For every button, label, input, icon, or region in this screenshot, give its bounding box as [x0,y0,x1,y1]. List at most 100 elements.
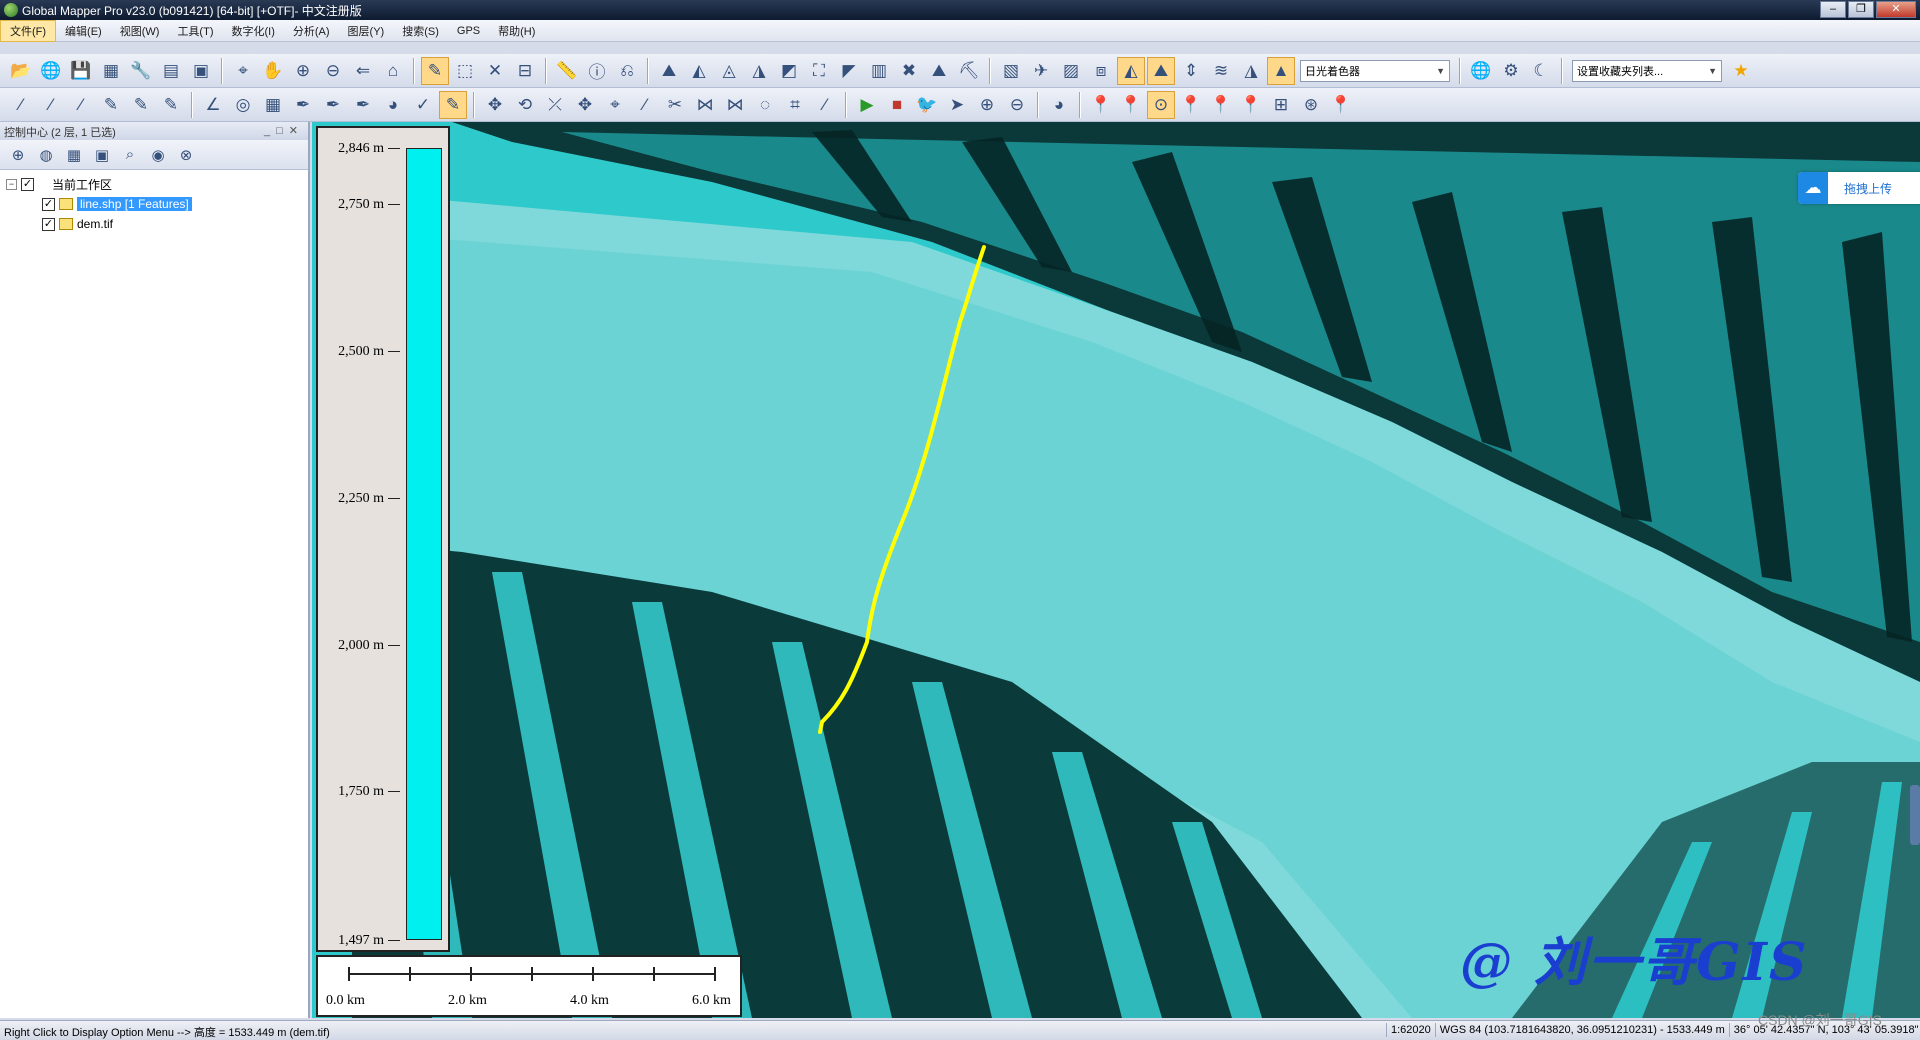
draw-polygon-icon[interactable]: ✒ [349,91,377,119]
pin-search-icon[interactable]: 📍 [1237,91,1265,119]
zoom-in-icon[interactable]: ⊕ [289,57,317,85]
pin-alt-icon[interactable]: 📍 [1117,91,1145,119]
volume-icon[interactable]: ⛏ [955,57,983,85]
draw-freehand-icon[interactable]: ✎ [157,91,185,119]
menu-analysis[interactable]: 分析(A) [284,21,339,41]
favorite-star-icon[interactable]: ★ [1727,57,1755,85]
target-icon[interactable]: ⊙ [1147,90,1175,119]
hill-shade-icon[interactable]: ◭ [1117,56,1145,85]
watershed-icon[interactable]: ◬ [715,57,743,85]
menu-layer[interactable]: 图层(Y) [339,21,394,41]
shader-options-icon[interactable]: ⛰ [1147,56,1175,85]
vertex-edit-icon[interactable]: ⤫ [541,91,569,119]
clear-selection-icon[interactable]: ⊟ [511,57,539,85]
viewshed-icon[interactable]: ◮ [745,57,773,85]
open-folder-icon[interactable]: 📂 [7,57,35,85]
zoom-to-layer-icon[interactable]: ⌕ [117,142,143,168]
zoom-out-icon[interactable]: ⊖ [319,57,347,85]
stop-icon[interactable]: ■ [883,91,911,119]
visibility-icon[interactable]: ◉ [145,142,171,168]
draw-line-icon[interactable]: ⁄ [67,91,95,119]
menu-edit[interactable]: 编辑(E) [56,21,111,41]
back-arrow-icon[interactable]: ⇐ [349,57,377,85]
overlay-control-icon[interactable]: ▤ [157,57,185,85]
workspace-node[interactable]: − ✓ 当前工作区 [6,174,302,194]
collapse-icon[interactable]: − [6,178,17,190]
shader-select[interactable]: 日光着色器 ▼ [1300,59,1450,82]
home-icon[interactable]: ⌂ [379,57,407,85]
remove-gps-icon[interactable]: ⊖ [1003,91,1031,119]
navigate-icon[interactable]: ⊞ [1267,91,1295,119]
config-wrench-icon[interactable]: 🔧 [127,57,155,85]
day-night-icon[interactable]: ☾ [1527,57,1555,85]
contour-icon[interactable]: ◭ [685,57,713,85]
workspace-checkbox[interactable]: ✓ [21,177,34,191]
layer-options-icon[interactable]: ▣ [89,142,115,168]
draw-angle-icon[interactable]: ∠ [199,91,227,119]
water-level-icon[interactable]: ≋ [1207,57,1235,85]
side-scroll-handle[interactable] [1910,785,1920,845]
delete-icon[interactable]: ✕ [481,57,509,85]
create-line-icon[interactable]: ⁄ [7,91,35,119]
menu-tools[interactable]: 工具(T) [168,21,222,41]
settings-gear-icon[interactable]: ⚙ [1497,57,1525,85]
add-gps-icon[interactable]: ⊕ [973,91,1001,119]
layer-checkbox[interactable]: ✓ [42,217,55,231]
terrain-shading-icon[interactable]: ◮ [1237,57,1265,85]
online-layer-icon[interactable]: ◍ [33,142,59,168]
menu-help[interactable]: 帮助(H) [489,21,544,41]
attribute-table-icon[interactable]: ▦ [61,142,87,168]
pin-edit-icon[interactable]: 📍 [1177,91,1205,119]
draw-stream-icon[interactable]: ✎ [97,91,125,119]
menu-view[interactable]: 视图(W) [111,21,169,41]
pan-hand-icon[interactable]: ✋ [259,57,287,85]
crop-icon[interactable]: ⌗ [781,91,809,119]
menu-digitize[interactable]: 数字化(I) [222,21,283,41]
vertical-exaggeration-icon[interactable]: ⇕ [1177,57,1205,85]
draw-grid-icon[interactable]: ▦ [259,91,287,119]
shapes-icon[interactable]: ◕ [379,91,407,119]
pin-icon[interactable]: 📍 [1087,91,1115,119]
pin-remove-icon[interactable]: 📍 [1327,91,1355,119]
cut-fill-icon[interactable]: ◩ [775,57,803,85]
color-palette-icon[interactable]: ◕ [1045,91,1073,119]
menu-search[interactable]: 搜索(S) [393,21,448,41]
layer-checkbox[interactable]: ✓ [42,197,55,211]
menu-gps[interactable]: GPS [448,23,489,39]
map-view[interactable] [312,122,1920,1018]
move-vertex-icon[interactable]: ✥ [571,91,599,119]
slope-icon[interactable]: ◤ [835,57,863,85]
layout-icon[interactable]: ▧ [997,57,1025,85]
draw-circle-icon[interactable]: ◎ [229,91,257,119]
layer-row[interactable]: ✓ line.shp [1 Features] [6,194,302,214]
create-line-alt-icon[interactable]: ⁄ [37,91,65,119]
snap-icon[interactable]: ⌖ [601,91,629,119]
split-line-icon[interactable]: ⁄ [631,91,659,119]
merge-icon[interactable]: ⋈ [721,91,749,119]
compass-icon[interactable]: ⊛ [1297,91,1325,119]
online-data-icon[interactable]: 🌐 [1467,57,1495,85]
fast-forward-icon[interactable]: ➤ [943,91,971,119]
close-button[interactable]: ✕ [1876,1,1916,18]
raster-calc-icon[interactable]: ▥ [865,57,893,85]
check-icon[interactable]: ✓ [409,91,437,119]
zoom-box-icon[interactable]: ⌖ [229,57,257,85]
close-layer-icon[interactable]: ⊗ [173,142,199,168]
terrain-paint-icon[interactable]: ⛰ [925,57,953,85]
measure-icon[interactable]: ⁄ [811,91,839,119]
grid-icon[interactable]: ✖ [895,57,923,85]
draw-curve-icon[interactable]: ✎ [127,91,155,119]
open-data-icon[interactable]: ⊕ [5,142,31,168]
layer-label[interactable]: line.shp [1 Features] [77,197,192,211]
draw-point-icon[interactable]: ✒ [289,91,317,119]
edit-pencil-icon[interactable]: ✎ [421,56,449,85]
lidar-icon[interactable]: ⛶ [805,57,833,85]
print-icon[interactable]: ▣ [187,57,215,85]
terrain-analysis-icon[interactable]: ⛰ [655,57,683,85]
path-profile-icon[interactable]: ⎌ [613,57,641,85]
draw-area-icon[interactable]: ✒ [319,91,347,119]
pin-light-icon[interactable]: 📍 [1207,91,1235,119]
select-area-icon[interactable]: ⬚ [451,57,479,85]
fly-icon[interactable]: ✈ [1027,57,1055,85]
menu-file[interactable]: 文件(F) [0,19,57,42]
